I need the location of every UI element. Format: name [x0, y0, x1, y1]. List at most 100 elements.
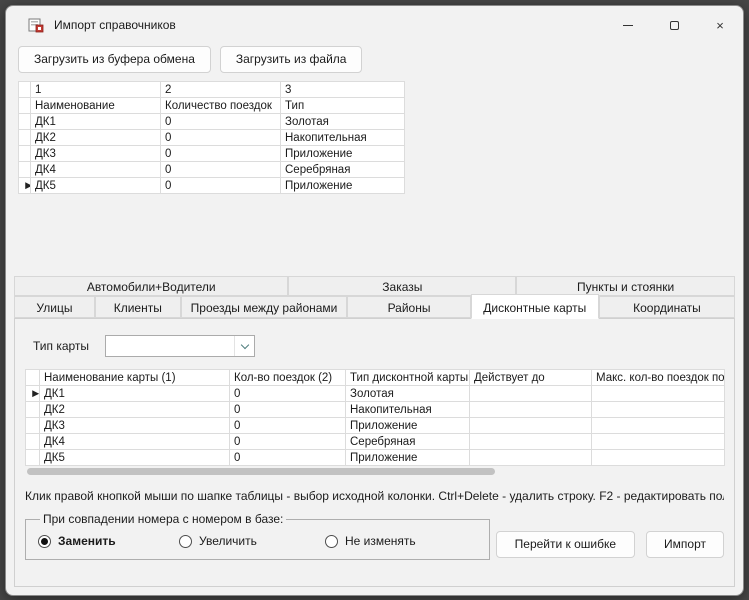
radio-increase[interactable]: Увеличить	[179, 534, 325, 548]
cell-name[interactable]: ДК4	[40, 434, 230, 450]
tab-proezdy-mezhdu-rayonami[interactable]: Проезды между районами	[181, 296, 348, 318]
cell-name[interactable]: ДК3	[31, 146, 161, 162]
horizontal-scrollbar[interactable]	[25, 467, 724, 476]
tab-row-2: Улицы Клиенты Проезды между районами Рай…	[14, 296, 735, 318]
tab-avtomobili-voditeli[interactable]: Автомобили+Водители	[14, 276, 288, 296]
cell-trips[interactable]: 0	[161, 130, 281, 146]
cell-name[interactable]: ДК1	[40, 386, 230, 402]
row-marker	[19, 130, 31, 146]
cell-trips[interactable]: 0	[230, 386, 346, 402]
cell-type[interactable]: Приложение	[346, 450, 470, 466]
cell-name[interactable]: ДК5	[31, 178, 161, 194]
cell-type[interactable]: Золотая	[346, 386, 470, 402]
cell-trips[interactable]: 0	[230, 402, 346, 418]
cell-valid-until[interactable]	[470, 434, 592, 450]
column-header[interactable]: Тип	[281, 98, 405, 114]
minimize-button[interactable]	[605, 6, 651, 44]
column-index[interactable]: 2	[161, 82, 281, 98]
tab-koordinaty[interactable]: Координаты	[599, 296, 735, 318]
cell-valid-until[interactable]	[470, 402, 592, 418]
column-index[interactable]: 3	[281, 82, 405, 98]
column-index[interactable]: 1	[31, 82, 161, 98]
cell-name[interactable]: ДК3	[40, 418, 230, 434]
column-header[interactable]: Наименование	[31, 98, 161, 114]
table-row: ДК4 0 Серебряная	[26, 434, 725, 450]
cell-trips[interactable]: 0	[161, 114, 281, 130]
row-marker	[26, 418, 40, 434]
header-row: Наименование карты (1) Кол-во поездок (2…	[26, 370, 725, 386]
toolbar: Загрузить из буфера обмена Загрузить из …	[18, 46, 731, 73]
cell-type[interactable]: Серебряная	[281, 162, 405, 178]
tab-klienty[interactable]: Клиенты	[95, 296, 181, 318]
duplicate-policy-group: При совпадении номера с номером в базе: …	[25, 512, 490, 560]
row-marker	[26, 402, 40, 418]
window-controls: ×	[605, 6, 743, 44]
maximize-icon	[670, 21, 679, 30]
card-type-row: Тип карты	[33, 335, 724, 357]
column-header[interactable]: Наименование карты (1)	[40, 370, 230, 386]
cell-valid-until[interactable]	[470, 450, 592, 466]
card-type-label: Тип карты	[33, 339, 105, 353]
cell-max-trips[interactable]	[592, 418, 725, 434]
column-header[interactable]: Количество поездок	[161, 98, 281, 114]
radio-no-change[interactable]: Не изменять	[325, 534, 416, 548]
cell-type[interactable]: Приложение	[281, 146, 405, 162]
maximize-button[interactable]	[651, 6, 697, 44]
tab-rayony[interactable]: Районы	[347, 296, 470, 318]
combo-arrow-button[interactable]	[234, 336, 254, 356]
row-marker	[26, 450, 40, 466]
cell-name[interactable]: ДК4	[31, 162, 161, 178]
help-text: Клик правой кнопкой мыши по шапке таблиц…	[25, 489, 724, 503]
cell-name[interactable]: ДК2	[31, 130, 161, 146]
cell-max-trips[interactable]	[592, 450, 725, 466]
cell-type[interactable]: Приложение	[281, 178, 405, 194]
tab-punkty-i-stoyanki[interactable]: Пункты и стоянки	[516, 276, 735, 296]
tab-zakazy[interactable]: Заказы	[288, 276, 516, 296]
column-header[interactable]: Тип дисконтной карты (3	[346, 370, 470, 386]
cell-type[interactable]: Накопительная	[281, 130, 405, 146]
cell-type[interactable]: Накопительная	[346, 402, 470, 418]
table-row: ДК2 0 Накопительная	[26, 402, 725, 418]
cell-name[interactable]: ДК2	[40, 402, 230, 418]
cell-trips[interactable]: 0	[161, 178, 281, 194]
cell-max-trips[interactable]	[592, 434, 725, 450]
tab-diskontnye-karty[interactable]: Дисконтные карты	[471, 294, 599, 319]
app-icon	[28, 17, 44, 33]
column-header[interactable]: Макс. кол-во поездок по вс	[592, 370, 725, 386]
radio-label: Не изменять	[345, 534, 416, 548]
scrollbar-thumb[interactable]	[27, 468, 495, 475]
load-file-button[interactable]: Загрузить из файла	[220, 46, 363, 73]
cell-valid-until[interactable]	[470, 386, 592, 402]
cell-trips[interactable]: 0	[161, 146, 281, 162]
radio-unselected-icon	[325, 535, 338, 548]
cell-trips[interactable]: 0	[161, 162, 281, 178]
cell-trips[interactable]: 0	[230, 434, 346, 450]
import-button[interactable]: Импорт	[646, 531, 724, 558]
goto-error-button[interactable]: Перейти к ошибке	[496, 531, 635, 558]
cell-trips[interactable]: 0	[230, 450, 346, 466]
cell-max-trips[interactable]	[592, 402, 725, 418]
duplicate-policy-title: При совпадении номера с номером в базе:	[40, 512, 286, 526]
close-button[interactable]: ×	[697, 6, 743, 44]
bottom-row: При совпадении номера с номером в базе: …	[25, 512, 724, 560]
load-clipboard-button[interactable]: Загрузить из буфера обмена	[18, 46, 211, 73]
titlebar[interactable]: Импорт справочников ×	[6, 6, 743, 44]
duplicate-policy-options: Заменить Увеличить Не изменять	[38, 534, 477, 548]
column-header[interactable]: Кол-во поездок (2)	[230, 370, 346, 386]
cell-type[interactable]: Приложение	[346, 418, 470, 434]
cell-max-trips[interactable]	[592, 386, 725, 402]
radio-label: Заменить	[58, 534, 116, 548]
column-header[interactable]: Действует до	[470, 370, 592, 386]
card-type-select[interactable]	[105, 335, 255, 357]
cell-name[interactable]: ДК1	[31, 114, 161, 130]
cell-type[interactable]: Серебряная	[346, 434, 470, 450]
cell-trips[interactable]: 0	[230, 418, 346, 434]
cell-valid-until[interactable]	[470, 418, 592, 434]
radio-replace[interactable]: Заменить	[38, 534, 179, 548]
cell-type[interactable]: Золотая	[281, 114, 405, 130]
cell-name[interactable]: ДК5	[40, 450, 230, 466]
radio-unselected-icon	[179, 535, 192, 548]
table-row: ДК3 0 Приложение	[19, 146, 405, 162]
marker-cell	[19, 98, 31, 114]
tab-ulitsy[interactable]: Улицы	[14, 296, 95, 318]
